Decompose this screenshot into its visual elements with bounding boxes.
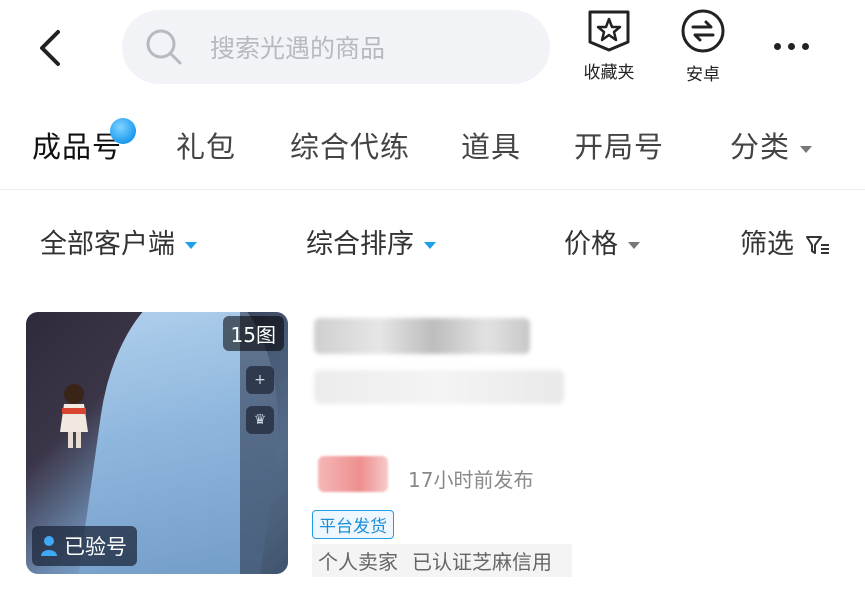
android-label: 安卓 xyxy=(686,65,720,85)
dropdown-arrow-icon xyxy=(628,242,640,249)
dropdown-arrow-icon xyxy=(185,242,197,249)
favorites-button[interactable]: 收藏夹 xyxy=(574,8,644,88)
more-options-button[interactable] xyxy=(774,34,816,58)
android-button[interactable]: 安卓 xyxy=(668,8,738,88)
seller-type: 个人卖家 xyxy=(318,550,398,574)
category-tabs: 成品号 礼包 综合代练 道具 开局号 分类 xyxy=(0,100,865,190)
favorites-label: 收藏夹 xyxy=(583,63,635,83)
listing-title-redacted xyxy=(314,318,530,354)
verified-label: 已验号 xyxy=(64,535,127,559)
switch-icon xyxy=(681,9,725,53)
listing-info: 17小时前发布 平台发货 个人卖家 已认证芝麻信用 xyxy=(312,312,852,582)
filter-funnel-icon xyxy=(805,235,829,254)
screen-filter-label: 筛选 xyxy=(740,229,794,260)
filter-bar: 全部客户端 综合排序 价格 筛选 xyxy=(0,192,865,292)
more-dot-icon xyxy=(788,42,795,50)
more-dot-icon xyxy=(774,42,781,50)
sort-filter-label: 综合排序 xyxy=(306,229,414,260)
plus-icon: + xyxy=(246,366,274,394)
listing-subtitle-redacted xyxy=(314,370,564,404)
tab-label: 分类 xyxy=(730,130,791,164)
tab-category-dropdown[interactable]: 分类 xyxy=(730,124,813,166)
tab-label: 综合代练 xyxy=(290,130,411,164)
tab-label: 成品号 xyxy=(32,130,123,164)
seller-info: 个人卖家 已认证芝麻信用 xyxy=(312,544,572,577)
star-box-icon xyxy=(588,10,630,52)
tab-starter-account[interactable]: 开局号 xyxy=(574,124,664,166)
back-arrow-icon xyxy=(40,30,60,66)
listing-card[interactable]: + ♛ 15图 已验号 17小时前发布 平台发货 个人卖家 已认证芝麻信用 xyxy=(26,312,865,582)
search-icon xyxy=(146,29,182,65)
posted-time: 17小时前发布 xyxy=(408,468,534,492)
client-filter-label: 全部客户端 xyxy=(40,229,175,260)
more-dot-icon xyxy=(802,42,809,50)
tab-boosting[interactable]: 综合代练 xyxy=(290,124,410,166)
thumbnail-side-strip xyxy=(240,312,288,574)
platform-delivery-tag: 平台发货 xyxy=(312,510,394,539)
character-figure xyxy=(60,384,88,448)
tab-label: 礼包 xyxy=(176,130,237,164)
dropdown-arrow-icon xyxy=(424,242,436,249)
sort-filter[interactable]: 综合排序 xyxy=(306,222,436,261)
tab-finished-account[interactable]: 成品号 xyxy=(32,124,122,166)
tab-items[interactable]: 道具 xyxy=(461,124,521,166)
dropdown-arrow-icon xyxy=(800,145,813,153)
listing-thumbnail[interactable]: + ♛ 15图 已验号 xyxy=(26,312,288,574)
tab-gift-pack[interactable]: 礼包 xyxy=(176,124,236,166)
price-filter-label: 价格 xyxy=(564,229,618,260)
seller-avatar-redacted xyxy=(318,456,388,492)
search-placeholder: 搜索光遇的商品 xyxy=(210,34,386,63)
search-bar[interactable]: 搜索光遇的商品 xyxy=(122,10,550,84)
seller-certification: 已认证芝麻信用 xyxy=(412,550,552,574)
client-filter[interactable]: 全部客户端 xyxy=(40,222,197,261)
new-dot-badge xyxy=(110,118,136,144)
user-icon xyxy=(41,536,57,556)
verified-badge: 已验号 xyxy=(32,526,137,566)
top-bar: 搜索光遇的商品 收藏夹 安卓 xyxy=(0,0,865,96)
screen-filter[interactable]: 筛选 xyxy=(740,222,831,261)
crown-icon: ♛ xyxy=(246,406,274,434)
tab-label: 开局号 xyxy=(574,130,665,164)
back-button[interactable] xyxy=(28,22,72,74)
price-filter[interactable]: 价格 xyxy=(564,222,640,261)
tab-label: 道具 xyxy=(461,130,522,164)
image-count-badge: 15图 xyxy=(222,316,284,351)
